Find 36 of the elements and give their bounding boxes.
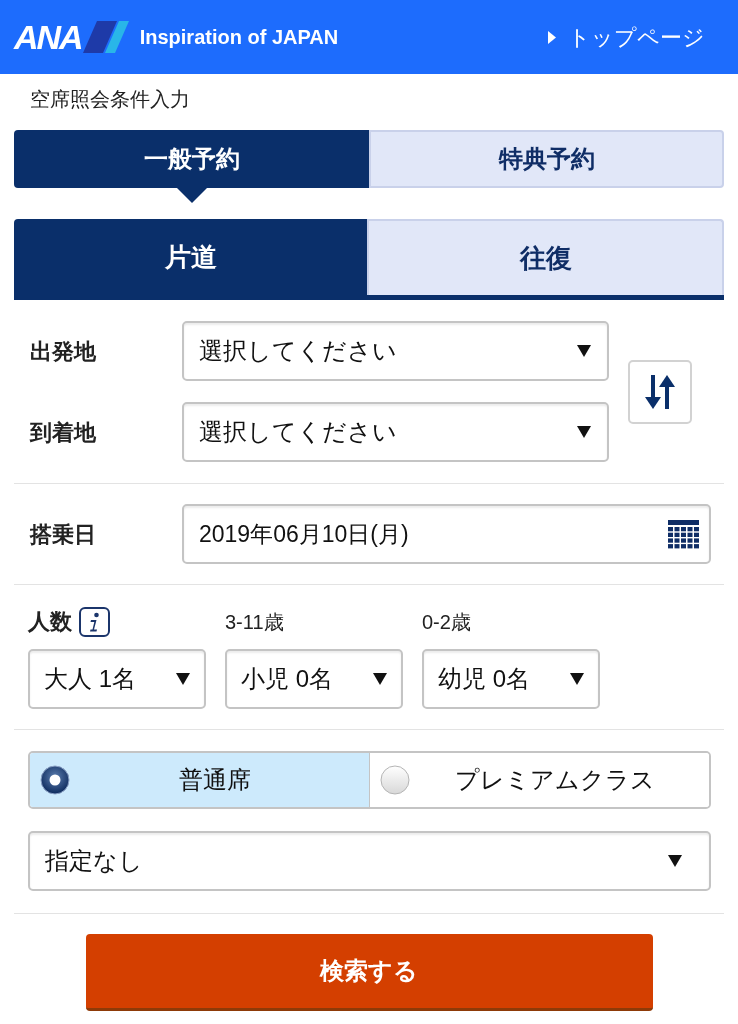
cabin-class-option[interactable]: 普通席 bbox=[30, 753, 369, 807]
passenger-count-select[interactable]: 小児 0名 bbox=[225, 649, 403, 709]
passengers-label: 人数 bbox=[28, 608, 72, 636]
page-title: 空席照会条件入力 bbox=[30, 87, 191, 112]
swap-arrows-icon bbox=[645, 374, 675, 409]
age-caption: 3-11歳 bbox=[225, 609, 284, 635]
triangle-right-icon bbox=[548, 30, 556, 44]
logo-text: ANA bbox=[14, 20, 82, 54]
airport-select[interactable]: 選択してください bbox=[182, 402, 609, 462]
swap-button[interactable] bbox=[628, 359, 692, 424]
booking-tab[interactable]: 特典予約 bbox=[369, 130, 724, 188]
age-caption: 0-2歳 bbox=[422, 609, 471, 635]
caret-icon bbox=[176, 673, 190, 685]
info-icon[interactable] bbox=[79, 606, 110, 637]
search-button[interactable]: 検索する bbox=[85, 934, 653, 1011]
airport-select[interactable]: 選択してください bbox=[182, 321, 609, 381]
calendar-icon bbox=[668, 519, 699, 549]
field-label: 到着地 bbox=[30, 418, 97, 447]
caret-icon bbox=[577, 345, 591, 357]
caret-icon bbox=[577, 426, 591, 438]
passenger-count-select[interactable]: 大人 1名 bbox=[28, 649, 206, 709]
caret-icon bbox=[668, 855, 682, 867]
tagline-text: Inspiration of JAPAN bbox=[139, 25, 339, 50]
trip-tab[interactable]: 往復 bbox=[367, 219, 724, 295]
caret-icon bbox=[373, 673, 387, 685]
caret-icon bbox=[570, 673, 584, 685]
field-label: 搭乗日 bbox=[30, 520, 97, 549]
trip-tab[interactable]: 片道 bbox=[14, 219, 367, 295]
date-field[interactable]: 2019年06月10日(月) bbox=[182, 504, 711, 564]
tab-pointer-icon bbox=[176, 188, 207, 203]
cabin-class-option[interactable]: プレミアムクラス bbox=[369, 753, 709, 807]
top-page-link[interactable]: トップページ bbox=[548, 20, 705, 54]
logo-stripes-icon bbox=[82, 21, 129, 53]
field-label: 出発地 bbox=[30, 337, 97, 366]
passenger-count-select[interactable]: 幼児 0名 bbox=[422, 649, 600, 709]
seat-filter-select[interactable]: 指定なし bbox=[28, 831, 711, 891]
